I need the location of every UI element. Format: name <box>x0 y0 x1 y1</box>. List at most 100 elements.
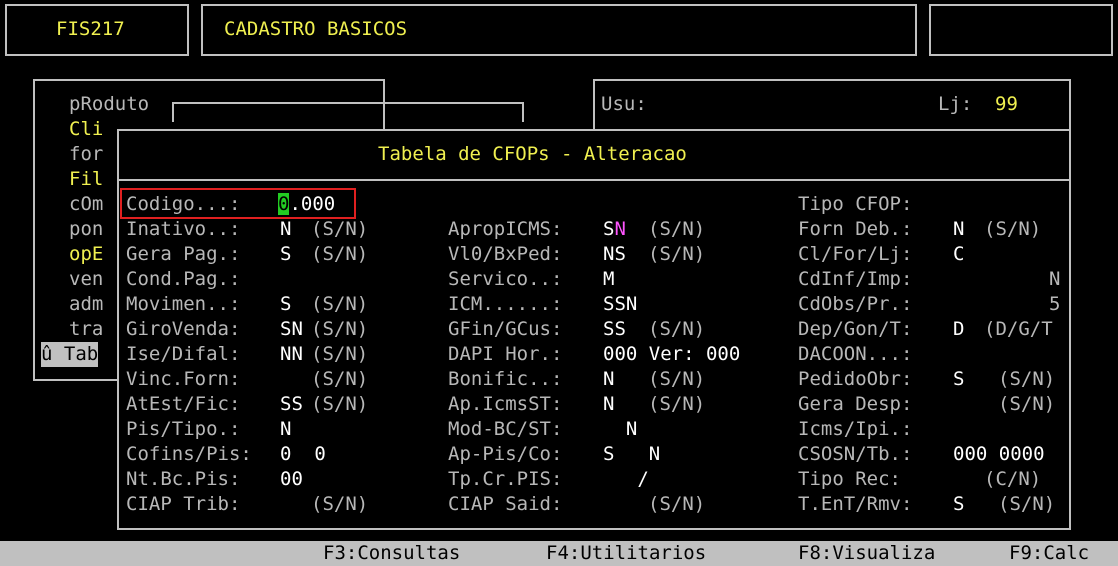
field-label: CdInf/Imp: <box>798 268 913 290</box>
field-hint: (S/N) <box>984 218 1042 240</box>
f4-utilitarios-key[interactable]: F4:Utilitarios <box>546 541 706 566</box>
field-value[interactable]: NN <box>280 342 303 367</box>
program-code: FIS217 <box>56 18 125 40</box>
field-value[interactable]: N <box>280 217 291 242</box>
field-label: AtEst/Fic: <box>126 393 241 415</box>
lj-value: 99 <box>995 93 1018 115</box>
field-value[interactable]: D <box>953 317 964 342</box>
menu-item[interactable]: adm <box>69 292 103 317</box>
field-hint: (S/N) <box>648 318 706 340</box>
menu-item[interactable]: pon <box>69 217 103 242</box>
field-hint: 5 <box>1049 293 1061 315</box>
field-hint: (S/N) <box>648 243 706 265</box>
field-label: Bonific..: <box>448 368 563 390</box>
field-value[interactable]: SS <box>280 392 303 417</box>
field-value[interactable]: SN <box>280 317 303 342</box>
dialog-title-separator <box>117 179 1071 181</box>
field-hint: (S/N) <box>998 393 1056 415</box>
field-label: Ap.IcmsST: <box>448 393 563 415</box>
menu-item[interactable]: Fil <box>69 167 103 192</box>
field-value[interactable]: C <box>953 242 964 267</box>
field-value[interactable]: N <box>603 392 614 417</box>
field-hint: (S/N) <box>311 343 369 365</box>
field-hint: (S/N) <box>311 393 369 415</box>
field-value[interactable]: S <box>280 242 291 267</box>
field-label: GiroVenda: <box>126 318 241 340</box>
field-label: CdObs/Pr.: <box>798 293 913 315</box>
field-label: CIAP Trib: <box>126 493 241 515</box>
field-value[interactable]: M <box>603 267 614 292</box>
field-value[interactable]: NS <box>603 242 626 267</box>
field-label: Cofins/Pis: <box>126 443 252 465</box>
field-value[interactable]: S <box>280 292 291 317</box>
field-label: Tipo CFOP: <box>798 193 913 215</box>
field-label: Inativo..: <box>126 218 241 240</box>
field-hint: N <box>1049 268 1061 290</box>
produto-input-frame <box>172 102 524 122</box>
field-label: Dep/Gon/T: <box>798 318 913 340</box>
field-label: Tp.Cr.PIS: <box>448 468 563 490</box>
field-hint: (S/N) <box>311 218 369 240</box>
field-value[interactable]: SSN <box>603 292 637 317</box>
field-value[interactable]: N <box>603 367 614 392</box>
field-value[interactable]: 000 0000 <box>953 442 1045 467</box>
field-value[interactable]: N <box>280 417 291 442</box>
field-value[interactable]: S <box>953 492 964 517</box>
field-label: ApropICMS: <box>448 218 563 240</box>
f8-visualiza-key[interactable]: F8:Visualiza <box>798 541 935 566</box>
usu-label: Usu: <box>601 93 647 115</box>
field-value[interactable]: SN <box>603 217 626 242</box>
field-hint: (S/N) <box>648 368 706 390</box>
field-value[interactable]: S N <box>603 442 660 467</box>
field-label: T.EnT/Rmv: <box>798 493 913 515</box>
field-label: Cl/For/Lj: <box>798 243 913 265</box>
field-value[interactable]: 000 Ver: 000 <box>603 342 740 367</box>
lj-label: Lj: <box>938 93 973 115</box>
field-value[interactable]: N <box>603 417 637 442</box>
field-value[interactable]: N <box>953 217 964 242</box>
field-label: Mod-BC/ST: <box>448 418 563 440</box>
field-value-part: N <box>614 218 626 240</box>
field-hint: (S/N) <box>311 318 369 340</box>
menu-item[interactable]: ven <box>69 267 103 292</box>
field-hint: (S/N) <box>648 393 706 415</box>
field-label: Vinc.Forn: <box>126 368 241 390</box>
field-value[interactable]: / <box>603 467 648 492</box>
field-value[interactable]: 00 <box>280 467 303 492</box>
function-key-bar: F3:Consultas F4:Utilitarios F8:Visualiza… <box>0 541 1118 566</box>
field-value[interactable]: S <box>953 367 964 392</box>
field-hint: (S/N) <box>998 368 1056 390</box>
field-label: Forn Deb.: <box>798 218 913 240</box>
menu-item[interactable]: Cli <box>69 117 103 142</box>
menu-item[interactable]: pRoduto <box>69 92 149 117</box>
codigo-value: .000 <box>289 193 336 215</box>
field-hint: (S/N) <box>648 218 706 240</box>
field-label: Movimen..: <box>126 293 241 315</box>
field-label: DACOON...: <box>798 343 913 365</box>
field-value[interactable]: SS <box>603 317 626 342</box>
menu-item[interactable]: for <box>69 142 103 167</box>
field-label: Ise/Difal: <box>126 343 241 365</box>
menu-item[interactable]: cOm <box>69 192 103 217</box>
field-value[interactable]: 0 0 <box>280 442 326 467</box>
field-hint: (S/N) <box>311 243 369 265</box>
text-cursor: 0 <box>278 193 290 215</box>
field-label: Cond.Pag.: <box>126 268 241 290</box>
dialog-title: Tabela de CFOPs - Alteracao <box>378 143 687 165</box>
field-label: Gera Pag.: <box>126 243 241 265</box>
menu-item[interactable]: tra <box>69 317 103 342</box>
menu-item[interactable]: û Tab <box>41 342 99 367</box>
field-hint: (S/N) <box>311 493 369 515</box>
codigo-input[interactable]: 0.000 <box>278 192 335 217</box>
f3-consultas-key[interactable]: F3:Consultas <box>323 541 460 566</box>
field-hint: (D/G/T <box>984 318 1053 340</box>
field-label: PedidoObr: <box>798 368 913 390</box>
f9-calc-key[interactable]: F9:Calc <box>1009 541 1089 566</box>
field-label: Gera Desp: <box>798 393 913 415</box>
field-hint: (S/N) <box>998 493 1056 515</box>
field-label: DAPI Hor.: <box>448 343 563 365</box>
field-label: Tipo Rec: <box>798 468 901 490</box>
status-box <box>929 4 1113 56</box>
menu-item[interactable]: opE <box>69 242 103 267</box>
field-label: CSOSN/Tb.: <box>798 443 913 465</box>
